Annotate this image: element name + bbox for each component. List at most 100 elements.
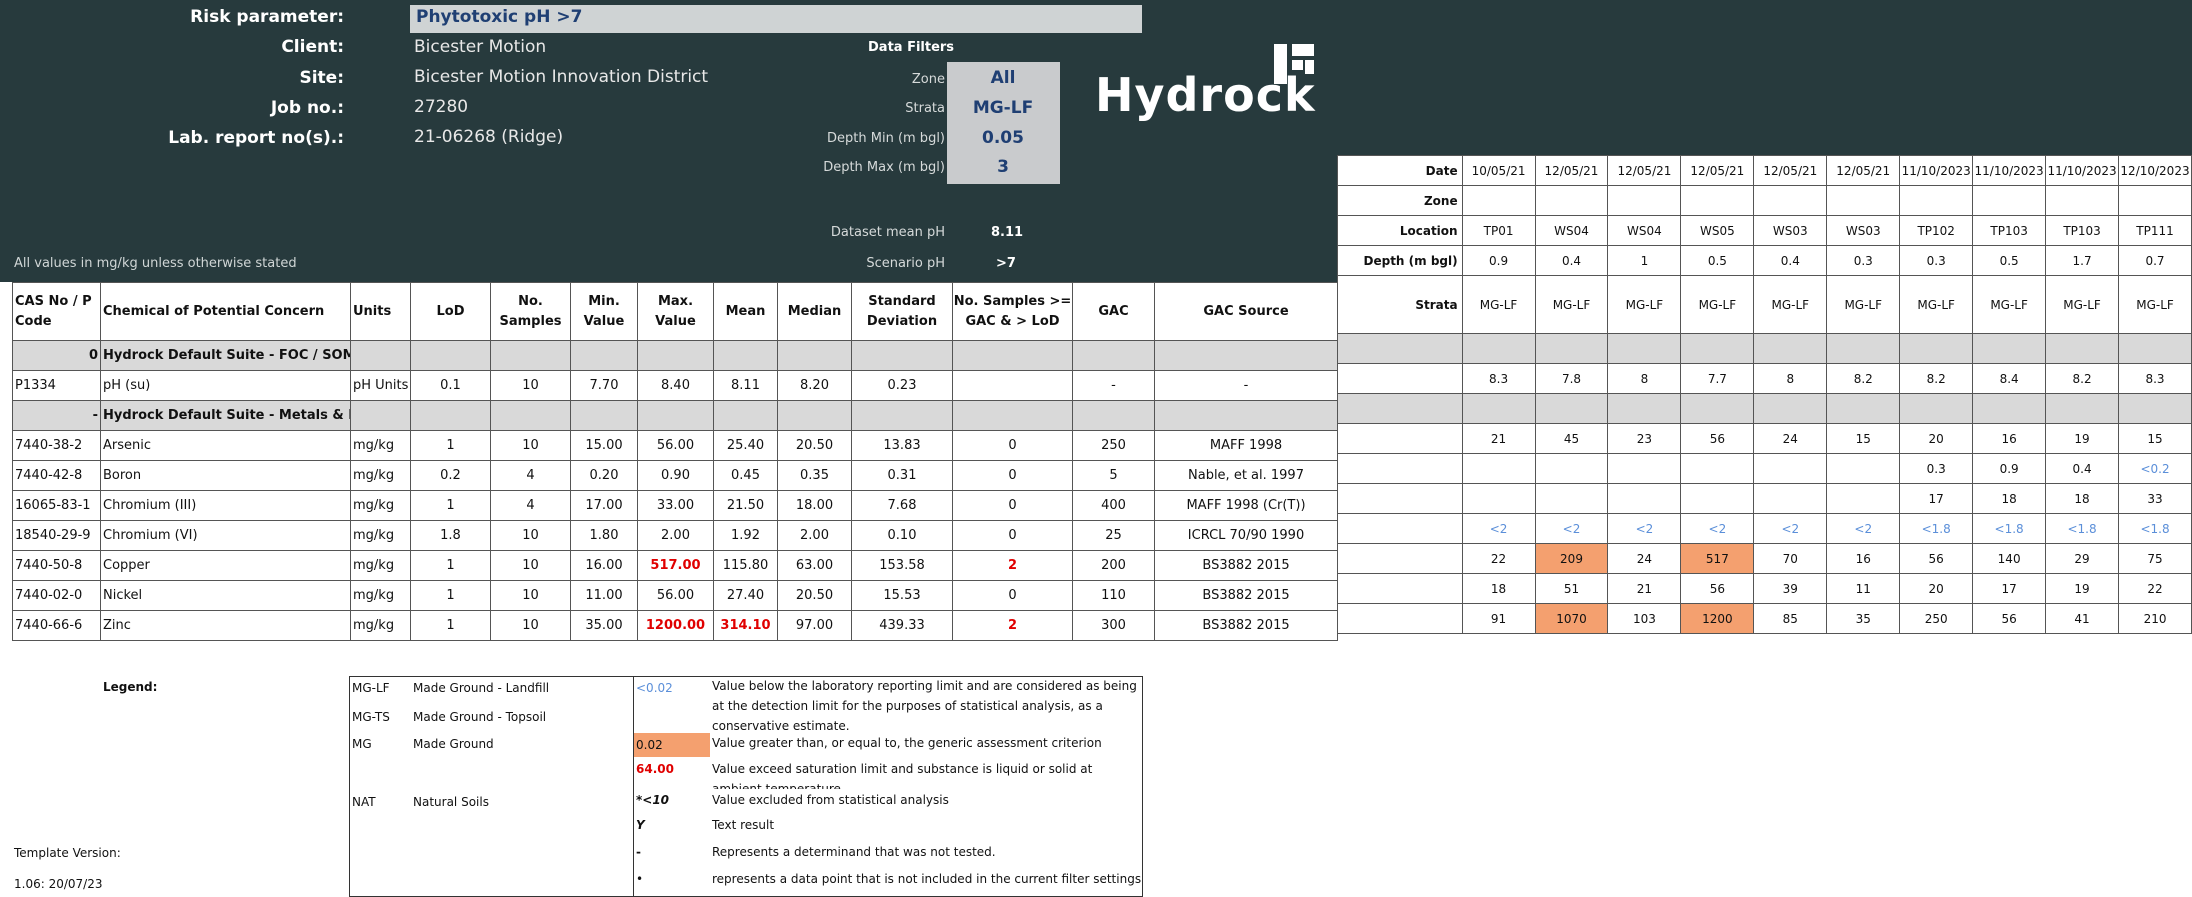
sample-value-cell[interactable]: MG-LF <box>1534 275 1609 334</box>
group-blank-cell[interactable] <box>713 400 778 431</box>
sd-cell[interactable]: 153.58 <box>851 550 953 581</box>
sample-value-cell[interactable]: 91 <box>1461 603 1536 634</box>
sample-value-cell[interactable]: <2 <box>1461 513 1536 544</box>
sample-value-cell[interactable]: 0.3 <box>1899 453 1974 484</box>
sample-value-cell[interactable]: 1 <box>1607 245 1682 276</box>
sample-row-label[interactable]: Location <box>1337 215 1463 246</box>
sample-value-cell[interactable]: 19 <box>2045 423 2120 454</box>
sample-value-cell[interactable]: TP102 <box>1899 215 1974 246</box>
sample-value-cell[interactable]: <2 <box>1753 513 1828 544</box>
samples-cell[interactable]: 10 <box>490 370 571 401</box>
min-cell[interactable]: 17.00 <box>570 490 638 521</box>
sample-value-cell[interactable]: TP111 <box>2118 215 2192 246</box>
median-cell[interactable]: 20.50 <box>777 430 852 461</box>
sample-value-cell[interactable]: 11 <box>1826 573 1901 604</box>
sample-value-cell[interactable] <box>1461 483 1536 514</box>
group-blank-cell[interactable] <box>1072 400 1155 431</box>
sample-value-cell[interactable] <box>1534 453 1609 484</box>
sample-value-cell[interactable]: 0.7 <box>2118 245 2192 276</box>
sample-value-cell[interactable]: 17 <box>1972 573 2047 604</box>
chemical-cell[interactable]: Chromium (III) <box>100 490 351 521</box>
min-cell[interactable]: 15.00 <box>570 430 638 461</box>
sample-value-cell[interactable]: <1.8 <box>1972 513 2047 544</box>
units-cell[interactable]: pH Units <box>350 370 411 401</box>
group-blank-cell[interactable] <box>713 340 778 371</box>
sample-value-cell[interactable]: 0.4 <box>2045 453 2120 484</box>
gac-source-cell[interactable]: BS3882 2015 <box>1154 610 1338 641</box>
sample-value-cell[interactable]: 56 <box>1899 543 1974 574</box>
sample-value-cell[interactable] <box>1607 483 1682 514</box>
sample-value-cell[interactable] <box>1972 185 2047 216</box>
sample-value-cell[interactable]: TP103 <box>1972 215 2047 246</box>
gac-cell[interactable]: 5 <box>1072 460 1155 491</box>
samples-cell[interactable]: 10 <box>490 430 571 461</box>
cas-cell[interactable]: 7440-50-8 <box>12 550 101 581</box>
sample-value-cell[interactable] <box>1972 393 2047 424</box>
n-gac-cell[interactable]: 2 <box>952 610 1073 641</box>
sample-value-cell[interactable]: <1.8 <box>2118 513 2192 544</box>
units-cell[interactable]: mg/kg <box>350 460 411 491</box>
min-cell[interactable]: 7.70 <box>570 370 638 401</box>
samples-cell[interactable]: 10 <box>490 610 571 641</box>
sd-cell[interactable]: 0.10 <box>851 520 953 551</box>
min-cell[interactable]: 0.20 <box>570 460 638 491</box>
cas-cell[interactable]: P1334 <box>12 370 101 401</box>
sd-cell[interactable]: 15.53 <box>851 580 953 611</box>
units-cell[interactable]: mg/kg <box>350 490 411 521</box>
mean-cell[interactable]: 1.92 <box>713 520 778 551</box>
sample-value-cell[interactable]: 19 <box>2045 573 2120 604</box>
sample-value-cell[interactable] <box>1753 483 1828 514</box>
sample-value-cell[interactable]: 56 <box>1972 603 2047 634</box>
sample-value-cell[interactable]: 41 <box>2045 603 2120 634</box>
gac-source-cell[interactable]: BS3882 2015 <box>1154 580 1338 611</box>
sample-value-cell[interactable]: 0.4 <box>1534 245 1609 276</box>
median-cell[interactable]: 63.00 <box>777 550 852 581</box>
sample-row-label-blank[interactable] <box>1337 333 1463 364</box>
sample-value-cell[interactable]: 8.3 <box>1461 363 1536 394</box>
sample-value-cell[interactable]: 22 <box>1461 543 1536 574</box>
sample-value-cell[interactable] <box>1534 393 1609 424</box>
sample-value-cell[interactable]: WS03 <box>1826 215 1901 246</box>
sample-value-cell[interactable]: <2 <box>1826 513 1901 544</box>
sample-value-cell[interactable] <box>1899 185 1974 216</box>
sample-value-cell[interactable]: 8.3 <box>2118 363 2192 394</box>
sample-row-label[interactable]: Depth (m bgl) <box>1337 245 1463 276</box>
sample-value-cell[interactable] <box>1607 333 1682 364</box>
sample-row-label-blank[interactable] <box>1337 603 1463 634</box>
sample-value-cell[interactable]: MG-LF <box>1972 275 2047 334</box>
lod-cell[interactable]: 1 <box>410 430 491 461</box>
sample-value-cell[interactable]: 0.5 <box>1972 245 2047 276</box>
max-cell[interactable]: 33.00 <box>637 490 714 521</box>
sample-value-cell[interactable] <box>1680 453 1755 484</box>
group-code[interactable]: - <box>12 400 101 431</box>
median-cell[interactable]: 18.00 <box>777 490 852 521</box>
sample-value-cell[interactable]: MG-LF <box>2045 275 2120 334</box>
sample-value-cell[interactable]: 23 <box>1607 423 1682 454</box>
gac-source-cell[interactable]: BS3882 2015 <box>1154 550 1338 581</box>
gac-cell[interactable]: 300 <box>1072 610 1155 641</box>
sample-row-label-blank[interactable] <box>1337 573 1463 604</box>
mean-cell[interactable]: 8.11 <box>713 370 778 401</box>
group-blank-cell[interactable] <box>1154 340 1338 371</box>
n-gac-cell[interactable] <box>952 370 1073 401</box>
sample-value-cell[interactable]: 21 <box>1607 573 1682 604</box>
sample-value-cell[interactable]: 1200 <box>1680 603 1755 634</box>
chemical-cell[interactable]: Nickel <box>100 580 351 611</box>
cas-cell[interactable]: 7440-02-0 <box>12 580 101 611</box>
sd-cell[interactable]: 7.68 <box>851 490 953 521</box>
gac-cell[interactable]: 110 <box>1072 580 1155 611</box>
sample-row-label-blank[interactable] <box>1337 423 1463 454</box>
lod-cell[interactable]: 1 <box>410 490 491 521</box>
mean-cell[interactable]: 27.40 <box>713 580 778 611</box>
sample-value-cell[interactable]: 20 <box>1899 573 1974 604</box>
sample-value-cell[interactable] <box>1826 185 1901 216</box>
group-blank-cell[interactable] <box>490 340 571 371</box>
sample-value-cell[interactable]: 517 <box>1680 543 1755 574</box>
sample-value-cell[interactable] <box>1826 393 1901 424</box>
gac-source-cell[interactable]: Nable, et al. 1997 <box>1154 460 1338 491</box>
sample-value-cell[interactable] <box>1753 185 1828 216</box>
units-cell[interactable]: mg/kg <box>350 550 411 581</box>
group-blank-cell[interactable] <box>851 400 953 431</box>
sample-value-cell[interactable]: 0.3 <box>1826 245 1901 276</box>
sample-value-cell[interactable] <box>1826 453 1901 484</box>
